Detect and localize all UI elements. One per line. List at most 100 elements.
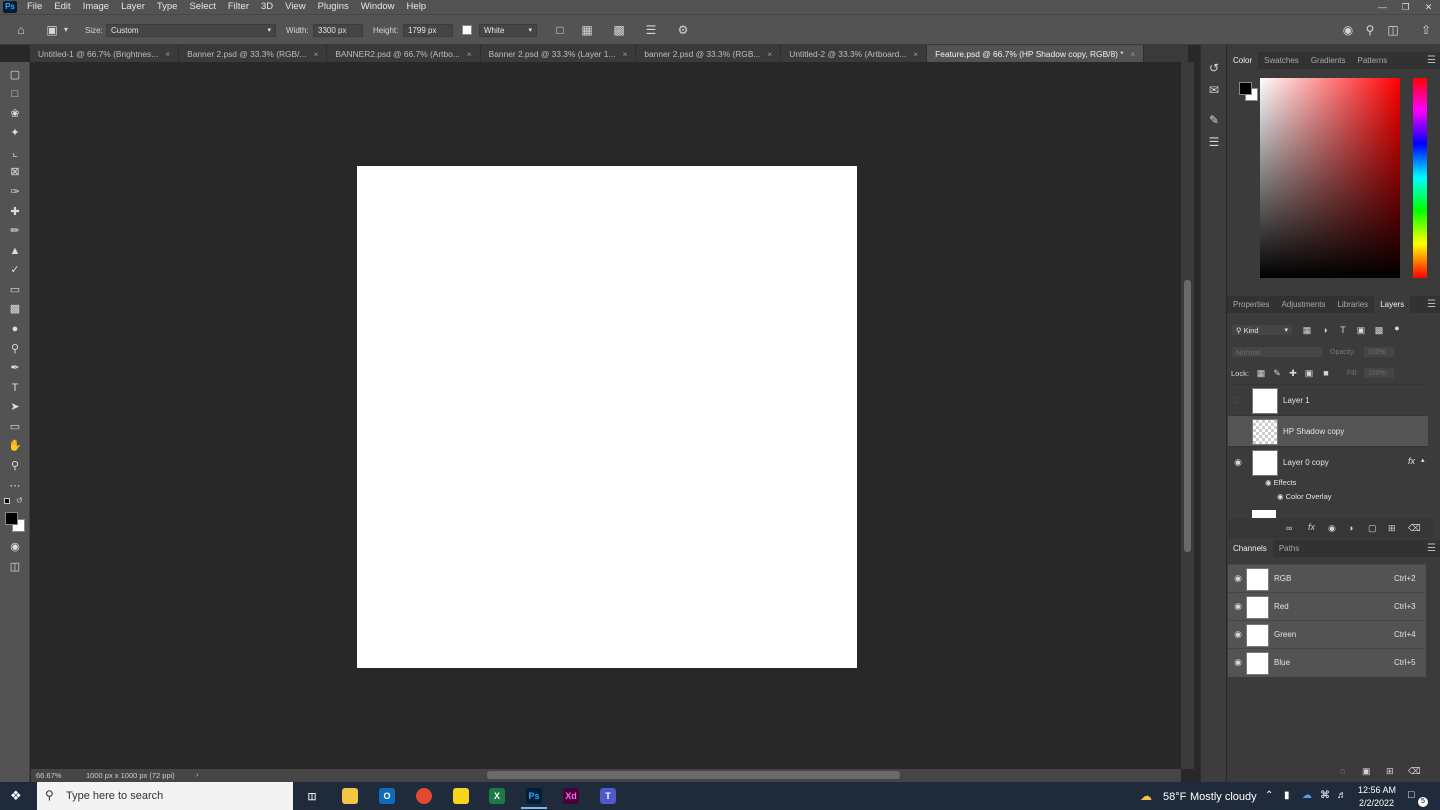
filter-toggle-icon[interactable]: ● xyxy=(1391,321,1403,335)
align-icon[interactable]: ☰ xyxy=(644,23,658,37)
tab-color[interactable]: Color xyxy=(1227,52,1259,69)
volume-icon[interactable]: ♬ xyxy=(1337,790,1347,801)
color-foreground-swatch[interactable] xyxy=(1239,82,1252,95)
export-icon[interactable]: ⇧ xyxy=(1418,23,1434,37)
task-view-icon[interactable]: ◫ xyxy=(304,788,320,804)
tab-banner2-caps[interactable]: BANNER2.psd @ 66.7% (Artbo... × xyxy=(327,45,481,62)
tab-paths[interactable]: Paths xyxy=(1273,540,1305,557)
clock-date[interactable]: 2/2/2022 xyxy=(1359,798,1394,808)
zoom-tool-icon[interactable]: ⚲ xyxy=(8,459,22,473)
pixel-filter-icon[interactable]: ▦ xyxy=(1301,323,1313,337)
panel-menu-icon[interactable]: ☰ xyxy=(1427,299,1436,310)
foreground-color-swatch[interactable] xyxy=(5,512,18,525)
visibility-off-icon[interactable]: □ xyxy=(1232,395,1244,405)
menu-plugins[interactable]: Plugins xyxy=(312,0,355,14)
windows-start-icon[interactable]: ❖ xyxy=(10,789,24,803)
eye-icon[interactable]: ◉ xyxy=(1232,601,1244,612)
minimize-icon[interactable]: — xyxy=(1371,0,1394,14)
history-brush-tool-icon[interactable]: ✓ xyxy=(8,263,22,277)
tab-properties[interactable]: Properties xyxy=(1227,296,1275,313)
artboard-tool-icon[interactable]: ▢ xyxy=(8,68,22,82)
close-icon[interactable]: × xyxy=(1131,49,1136,59)
share-icon[interactable]: ◉ xyxy=(1340,23,1356,37)
trash-icon[interactable]: ⌫ xyxy=(1408,764,1421,778)
link-icon[interactable]: ∞ xyxy=(1286,521,1292,535)
menu-window[interactable]: Window xyxy=(355,0,401,14)
shape-filter-icon[interactable]: ▣ xyxy=(1355,323,1367,337)
panel-menu-icon[interactable]: ☰ xyxy=(1427,55,1436,66)
new-channel-icon[interactable]: ⊞ xyxy=(1386,764,1394,778)
battery-icon[interactable]: ▮ xyxy=(1284,790,1290,801)
close-icon[interactable]: ✕ xyxy=(1417,0,1440,14)
menu-image[interactable]: Image xyxy=(77,0,115,14)
adobe-xd-icon[interactable]: Xd xyxy=(563,788,579,804)
type-filter-icon[interactable]: T xyxy=(1337,323,1349,337)
menu-layer[interactable]: Layer xyxy=(115,0,151,14)
rotate-canvas-icon[interactable]: □ xyxy=(553,23,567,37)
zoom-level[interactable]: 66.67% xyxy=(36,771,61,780)
menu-type[interactable]: Type xyxy=(151,0,184,14)
new-layer-icon[interactable]: ⊞ xyxy=(1388,521,1396,535)
document-canvas[interactable] xyxy=(357,166,857,668)
lock-position-icon[interactable]: ✚ xyxy=(1287,366,1299,380)
adjustment-layer-icon[interactable]: ◑ xyxy=(1348,521,1353,535)
workspace-icon[interactable]: ◫ xyxy=(1385,23,1401,37)
eyedropper-tool-icon[interactable]: ✑ xyxy=(8,185,22,199)
restore-icon[interactable]: ❐ xyxy=(1394,0,1417,14)
chevron-down-icon[interactable]: ▾ xyxy=(62,23,70,37)
eye-icon[interactable]: ◉ xyxy=(1232,657,1244,668)
channel-row[interactable]: ◉ Green Ctrl+4 xyxy=(1228,620,1426,649)
width-field[interactable]: 3300 px xyxy=(313,24,363,37)
chevron-right-icon[interactable]: › xyxy=(196,770,199,779)
more-tools-icon[interactable]: ⋯ xyxy=(8,479,22,493)
fx-icon[interactable]: fx xyxy=(1308,522,1315,532)
close-icon[interactable]: × xyxy=(622,49,627,59)
menu-view[interactable]: View xyxy=(279,0,311,14)
screen-mode-icon[interactable]: ◫ xyxy=(8,560,22,574)
menu-filter[interactable]: Filter xyxy=(222,0,255,14)
weather-icon[interactable]: ☁ xyxy=(1140,789,1152,803)
lock-pixels-icon[interactable]: ✎ xyxy=(1271,366,1283,380)
path-selection-tool-icon[interactable]: ➤ xyxy=(8,400,22,414)
eye-icon[interactable]: ◉ xyxy=(1232,629,1244,640)
menu-help[interactable]: Help xyxy=(401,0,433,14)
adjustments-sliders-icon[interactable]: ☰ xyxy=(1206,135,1222,149)
clock-time[interactable]: 12:56 AM xyxy=(1358,785,1396,795)
file-explorer-icon[interactable] xyxy=(342,788,358,804)
folder-icon[interactable]: ▢ xyxy=(1368,521,1377,535)
dodge-tool-icon[interactable]: ⚲ xyxy=(8,342,22,356)
size-select[interactable]: Custom ▾ xyxy=(106,24,276,37)
weather-temp[interactable]: 58°F xyxy=(1163,791,1186,803)
blend-mode-select[interactable]: Normal xyxy=(1231,346,1323,358)
menu-file[interactable]: File xyxy=(21,0,48,14)
close-icon[interactable]: × xyxy=(313,49,318,59)
brush-tool-icon[interactable]: ✏ xyxy=(8,224,22,238)
close-icon[interactable]: × xyxy=(467,49,472,59)
brush-settings-icon[interactable]: ✎ xyxy=(1206,113,1222,127)
eye-icon[interactable]: ◉ xyxy=(1232,573,1244,584)
height-field[interactable]: 1799 px xyxy=(403,24,453,37)
channel-row[interactable]: ◉ Red Ctrl+3 xyxy=(1228,592,1426,621)
fill-swatch[interactable] xyxy=(462,25,472,35)
eraser-tool-icon[interactable]: ▭ xyxy=(8,283,22,297)
color-picker-field[interactable] xyxy=(1260,78,1400,278)
close-icon[interactable]: × xyxy=(165,49,170,59)
menu-select[interactable]: Select xyxy=(183,0,221,14)
channel-row[interactable]: ◉ Blue Ctrl+5 xyxy=(1228,648,1426,677)
tab-banner-2-lower[interactable]: banner 2.psd @ 33.3% (RGB... × xyxy=(636,45,782,62)
lock-transparent-icon[interactable]: ▦ xyxy=(1255,366,1267,380)
lock-all-icon[interactable]: ■ xyxy=(1320,366,1332,380)
tab-untitled-1[interactable]: Untitled-1 @ 66.7% (Brightnes... × xyxy=(30,45,180,62)
close-icon[interactable]: × xyxy=(913,49,918,59)
rectangle-tool-icon[interactable]: ▭ xyxy=(8,420,22,434)
photoshop-icon[interactable]: Ps xyxy=(526,788,542,804)
tab-swatches[interactable]: Swatches xyxy=(1258,52,1305,69)
sticky-notes-icon[interactable] xyxy=(453,788,469,804)
search-icon[interactable]: ⚲ xyxy=(1362,23,1378,37)
horizontal-scroll-thumb[interactable] xyxy=(487,771,900,779)
taskbar-search-box[interactable]: ⚲ Type here to search xyxy=(37,782,293,810)
pen-tool-icon[interactable]: ✒ xyxy=(8,361,22,375)
default-colors-icon[interactable] xyxy=(4,498,10,504)
eye-icon[interactable]: ◉ xyxy=(1265,478,1274,487)
excel-icon[interactable]: X xyxy=(489,788,505,804)
